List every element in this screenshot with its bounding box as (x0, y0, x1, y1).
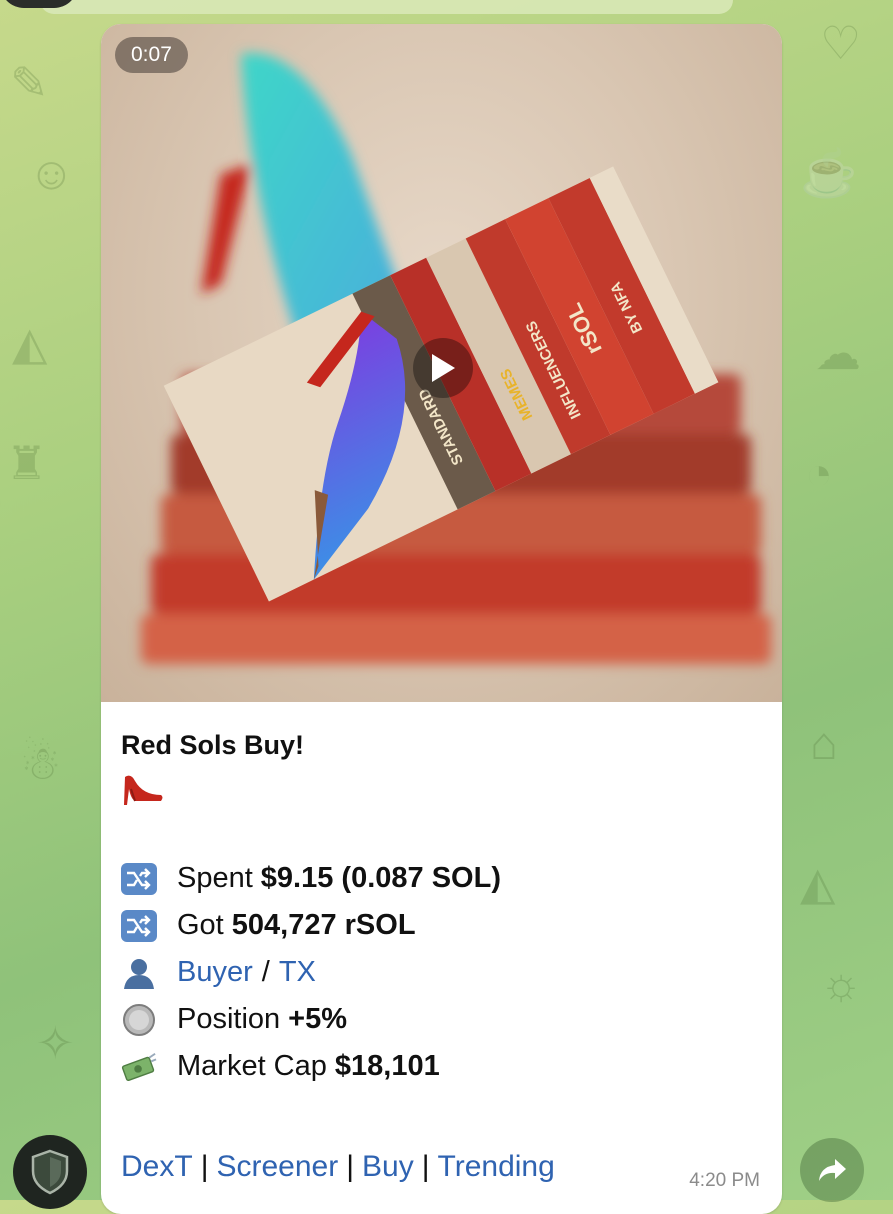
message-time: 4:20 PM (689, 1170, 760, 1191)
trending-link[interactable]: Trending (438, 1150, 555, 1183)
doodle-popcorn-icon: ♜ (6, 437, 48, 489)
market-cap-value: $18,101 (334, 1050, 440, 1082)
market-cap-line: Market Cap $18,101 (121, 1043, 762, 1090)
spent-line: Spent $9.15 (0.087 SOL) (121, 855, 762, 902)
shuffle-icon (121, 909, 157, 942)
bottom-links: DexT | Screener | Buy | Trending (121, 1150, 555, 1184)
message-bubble: STANDARD MEMES INFLUENCERS rSOL BY NFA 0… (101, 24, 782, 1214)
doodle-bulb-icon: ☼ (820, 957, 863, 1009)
play-icon (432, 354, 455, 382)
message-caption: Red Sols Buy! Spent $9.15 (0.087 SOL) Go… (101, 730, 782, 1090)
shuffle-icon (121, 862, 157, 895)
shield-icon (31, 1149, 69, 1195)
got-value: 504,727 rSOL (231, 909, 416, 941)
dext-link[interactable]: DexT (121, 1150, 193, 1183)
message-title: Red Sols Buy! (121, 730, 305, 760)
doodle-pizza2-icon: ◭ (800, 857, 836, 909)
doodle-star-icon: ✧ (36, 1017, 75, 1069)
doodle-gift-icon: ⌂ (810, 717, 838, 769)
got-line: Got 504,727 rSOL (121, 902, 762, 949)
position-value: +5% (288, 1003, 348, 1035)
link-slash: / (261, 956, 270, 988)
link-separator: | (421, 1150, 430, 1183)
doodle-cup-icon: ☕ (800, 147, 858, 199)
doodle-heart-icon: ♡ (820, 17, 862, 69)
doodle-ball-icon: ◔ (805, 447, 833, 499)
tx-link[interactable]: TX (279, 956, 316, 989)
money-icon (121, 1051, 157, 1083)
share-button[interactable] (800, 1138, 864, 1202)
buy-link[interactable]: Buy (362, 1150, 414, 1183)
coin-icon (121, 1003, 157, 1036)
bot-avatar[interactable] (13, 1135, 87, 1209)
doodle-cloud-icon: ☁ (815, 327, 861, 379)
position-line: Position +5% (121, 996, 762, 1043)
video-duration: 0:07 (115, 37, 188, 73)
spent-label: Spent (177, 862, 253, 894)
user-icon (121, 957, 157, 989)
spent-value: $9.15 (0.087 SOL) (260, 862, 501, 894)
high-heel-emoji (121, 771, 762, 807)
market-cap-label: Market Cap (177, 1050, 327, 1082)
buyer-link[interactable]: Buyer (177, 956, 253, 989)
link-separator: | (346, 1150, 355, 1183)
doodle-dino-icon: ☃ (20, 737, 62, 789)
position-label: Position (177, 1003, 281, 1035)
doodle-cat-icon: ☺ (28, 147, 75, 199)
link-separator: | (200, 1150, 209, 1183)
got-label: Got (177, 909, 224, 941)
share-arrow-icon (819, 1159, 846, 1181)
doodle-pencil-icon: ✎ (10, 57, 49, 109)
buyer-tx-line: Buyer / TX (121, 949, 762, 996)
doodle-pizza-icon: ◭ (12, 317, 48, 369)
video-thumbnail[interactable]: STANDARD MEMES INFLUENCERS rSOL BY NFA 0… (101, 24, 782, 702)
previous-message-edge (40, 0, 733, 14)
screener-link[interactable]: Screener (216, 1150, 338, 1183)
play-button[interactable] (413, 338, 473, 398)
